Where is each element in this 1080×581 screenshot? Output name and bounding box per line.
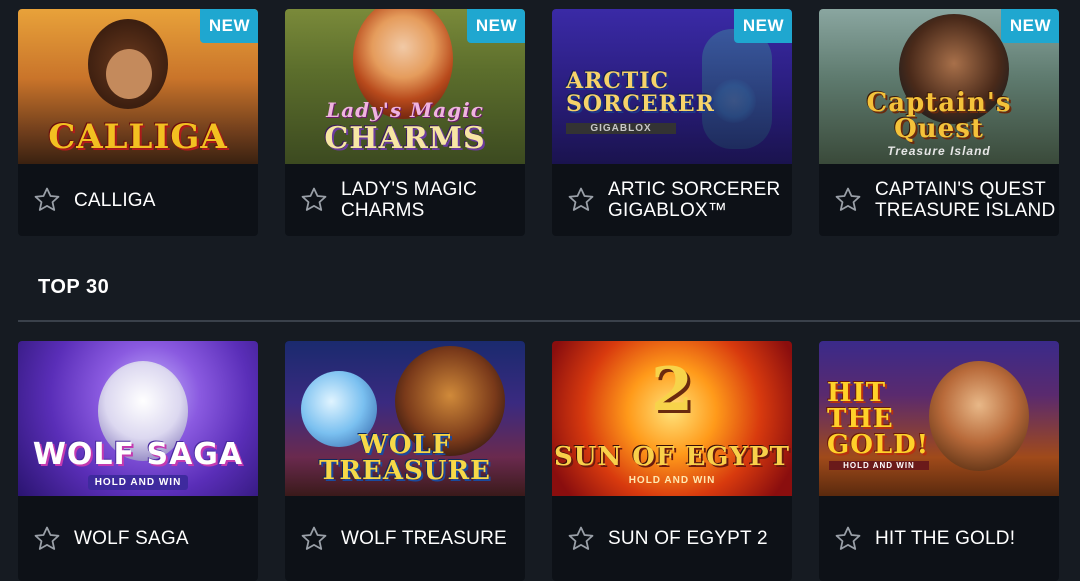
game-meta: CAPTAIN'S QUEST TREASURE ISLAND	[819, 164, 1059, 236]
favorite-star-icon[interactable]	[32, 524, 62, 554]
new-badge: NEW	[199, 9, 258, 43]
game-meta: WOLF SAGA	[18, 496, 258, 581]
game-logo: Captain's Quest	[866, 88, 1012, 144]
favorite-star-icon[interactable]	[299, 185, 329, 215]
game-title[interactable]: CALLIGA	[74, 190, 156, 211]
game-logo-number: 2	[651, 355, 693, 425]
new-badge: NEW	[1000, 9, 1059, 43]
game-title[interactable]: ARTIC SORCERER GIGABLOX™	[608, 179, 792, 221]
game-logo-sub: HOLD AND WIN	[829, 461, 929, 470]
new-badge: NEW	[733, 9, 792, 43]
game-thumbnail[interactable]: 2 SUN OF EGYPT HOLD AND WIN	[552, 341, 792, 496]
favorite-star-icon[interactable]	[833, 185, 863, 215]
game-title[interactable]: LADY'S MAGIC CHARMS	[341, 179, 525, 221]
game-card-ladys-magic-charms[interactable]: Lady's Magic CHARMS NEW LADY'S MAGIC CHA…	[285, 9, 525, 236]
game-logo-script: Lady's Magic	[326, 98, 484, 122]
favorite-star-icon[interactable]	[566, 524, 596, 554]
game-title[interactable]: SUN OF EGYPT 2	[608, 528, 768, 549]
game-logo-sub: GIGABLOX	[566, 123, 676, 134]
game-thumbnail[interactable]: HIT THE GOLD! HOLD AND WIN	[819, 341, 1059, 496]
game-logo: WOLF SAGA	[32, 437, 244, 472]
favorite-star-icon[interactable]	[566, 185, 596, 215]
game-logo: SUN OF EGYPT	[554, 442, 790, 472]
favorite-star-icon[interactable]	[833, 524, 863, 554]
game-title[interactable]: WOLF SAGA	[74, 528, 189, 549]
game-logo: ARCTIC SORCERER	[566, 67, 715, 117]
game-thumbnail[interactable]: WOLF SAGA HOLD AND WIN	[18, 341, 258, 496]
game-card-wolf-saga[interactable]: WOLF SAGA HOLD AND WIN WOLF SAGA	[18, 341, 258, 581]
game-title[interactable]: HIT THE GOLD!	[875, 528, 1015, 549]
game-title[interactable]: WOLF TREASURE	[341, 528, 507, 549]
game-meta: WOLF TREASURE	[285, 496, 525, 581]
game-logo: CHARMS	[324, 121, 486, 156]
game-logo: WOLF TREASURE	[319, 430, 491, 486]
game-card-wolf-treasure[interactable]: WOLF TREASURE WOLF TREASURE	[285, 341, 525, 581]
game-logo: HIT THE GOLD!	[827, 378, 930, 460]
game-meta: LADY'S MAGIC CHARMS	[285, 164, 525, 236]
game-card-sun-of-egypt-2[interactable]: 2 SUN OF EGYPT HOLD AND WIN SUN OF EGYPT…	[552, 341, 792, 581]
section-title-top-30: TOP 30	[38, 276, 110, 298]
game-meta: ARTIC SORCERER GIGABLOX™	[552, 164, 792, 236]
game-logo: CALLIGA	[48, 117, 228, 157]
game-logo-sub: Treasure Island	[887, 144, 991, 158]
game-meta: SUN OF EGYPT 2	[552, 496, 792, 581]
game-card-hit-the-gold[interactable]: HIT THE GOLD! HOLD AND WIN HIT THE GOLD!	[819, 341, 1059, 581]
game-logo-sub: HOLD AND WIN	[88, 475, 188, 490]
game-card-captains-quest[interactable]: Captain's Quest Treasure Island NEW CAPT…	[819, 9, 1059, 236]
favorite-star-icon[interactable]	[299, 524, 329, 554]
new-badge: NEW	[466, 9, 525, 43]
favorite-star-icon[interactable]	[32, 185, 62, 215]
game-thumbnail[interactable]: WOLF TREASURE	[285, 341, 525, 496]
game-title[interactable]: CAPTAIN'S QUEST TREASURE ISLAND	[875, 179, 1059, 221]
game-card-calliga[interactable]: CALLIGA NEW CALLIGA	[18, 9, 258, 236]
game-meta: HIT THE GOLD!	[819, 496, 1059, 581]
game-card-artic-sorcerer[interactable]: ARCTIC SORCERER GIGABLOX NEW ARTIC SORCE…	[552, 9, 792, 236]
game-logo-sub: HOLD AND WIN	[628, 475, 716, 486]
section-divider	[18, 320, 1080, 322]
game-meta: CALLIGA	[18, 164, 258, 236]
